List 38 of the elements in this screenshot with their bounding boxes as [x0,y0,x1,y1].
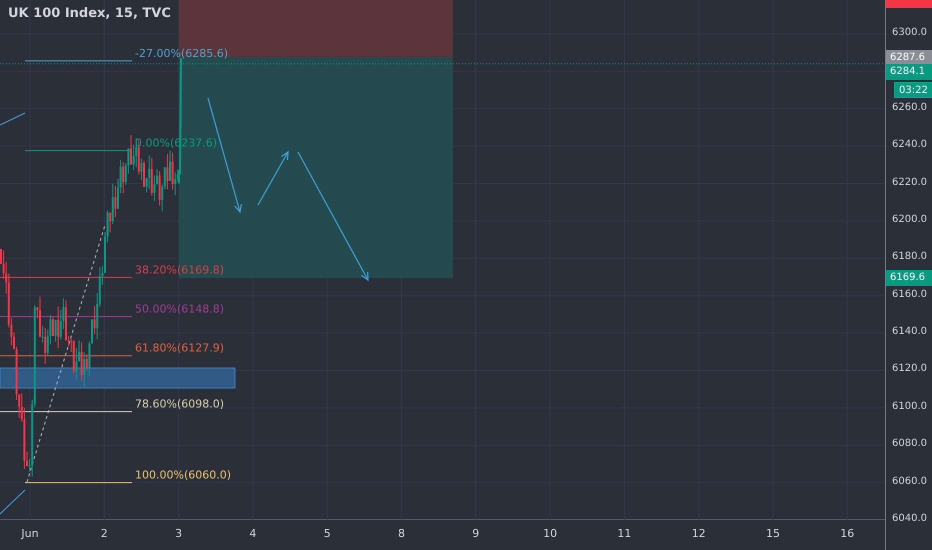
price-axis-label: 6060.0 [892,476,927,487]
fib-level-label: -27.00%(6285.6) [135,46,228,60]
time-axis-label: 12 [692,527,706,540]
price-tag: 03:22 [894,82,932,98]
symbol-title: UK 100 Index, 15, TVC [8,6,171,21]
time-axis-label: 2 [100,527,108,540]
time-axis-label: 8 [398,527,405,540]
fib-level-label: 78.60%(6098.0) [135,398,224,411]
price-axis-label: 6120.0 [892,363,927,374]
time-axis-label: 11 [617,527,632,540]
time-axis-label: 15 [766,527,780,540]
time-axis-label: 3 [175,527,182,540]
time-axis-label: 5 [324,527,331,540]
price-axis-label: 6180.0 [892,251,927,262]
price-tag: 6169.6 [886,270,932,286]
time-axis-label: 16 [840,527,854,540]
price-axis-label: 6260.0 [892,102,927,113]
price-axis-label: 6100.0 [892,400,927,412]
price-axis-label: 6160.0 [892,288,927,300]
time-axis-label: 4 [249,527,256,540]
trend-line [0,490,26,514]
trend-line [0,112,26,126]
price-axis-label: 6040.0 [892,513,927,524]
time-axis-label: Jun [21,527,39,540]
time-axis-label: 9 [472,527,480,540]
price-axis-label: 6240.0 [892,139,927,150]
arrow [257,150,289,206]
price-axis-label: 6200.0 [892,214,927,225]
time-axis-label: 10 [543,527,558,540]
fib-level-label: 61.80%(6127.9) [135,342,224,355]
fib-level-label: 50.00%(6148.8) [135,302,224,316]
price-axis-label: 6140.0 [892,326,927,338]
price-axis-label: 6080.0 [892,438,927,450]
price-axis-label: 6300.0 [892,27,927,38]
fib-level-label: 100.00%(6060.0) [135,468,232,482]
fib-level-label: 38.20%(6169.8) [135,263,224,276]
price-axis-label: 6220.0 [892,176,927,188]
price-tag: 6284.1 [886,64,932,80]
